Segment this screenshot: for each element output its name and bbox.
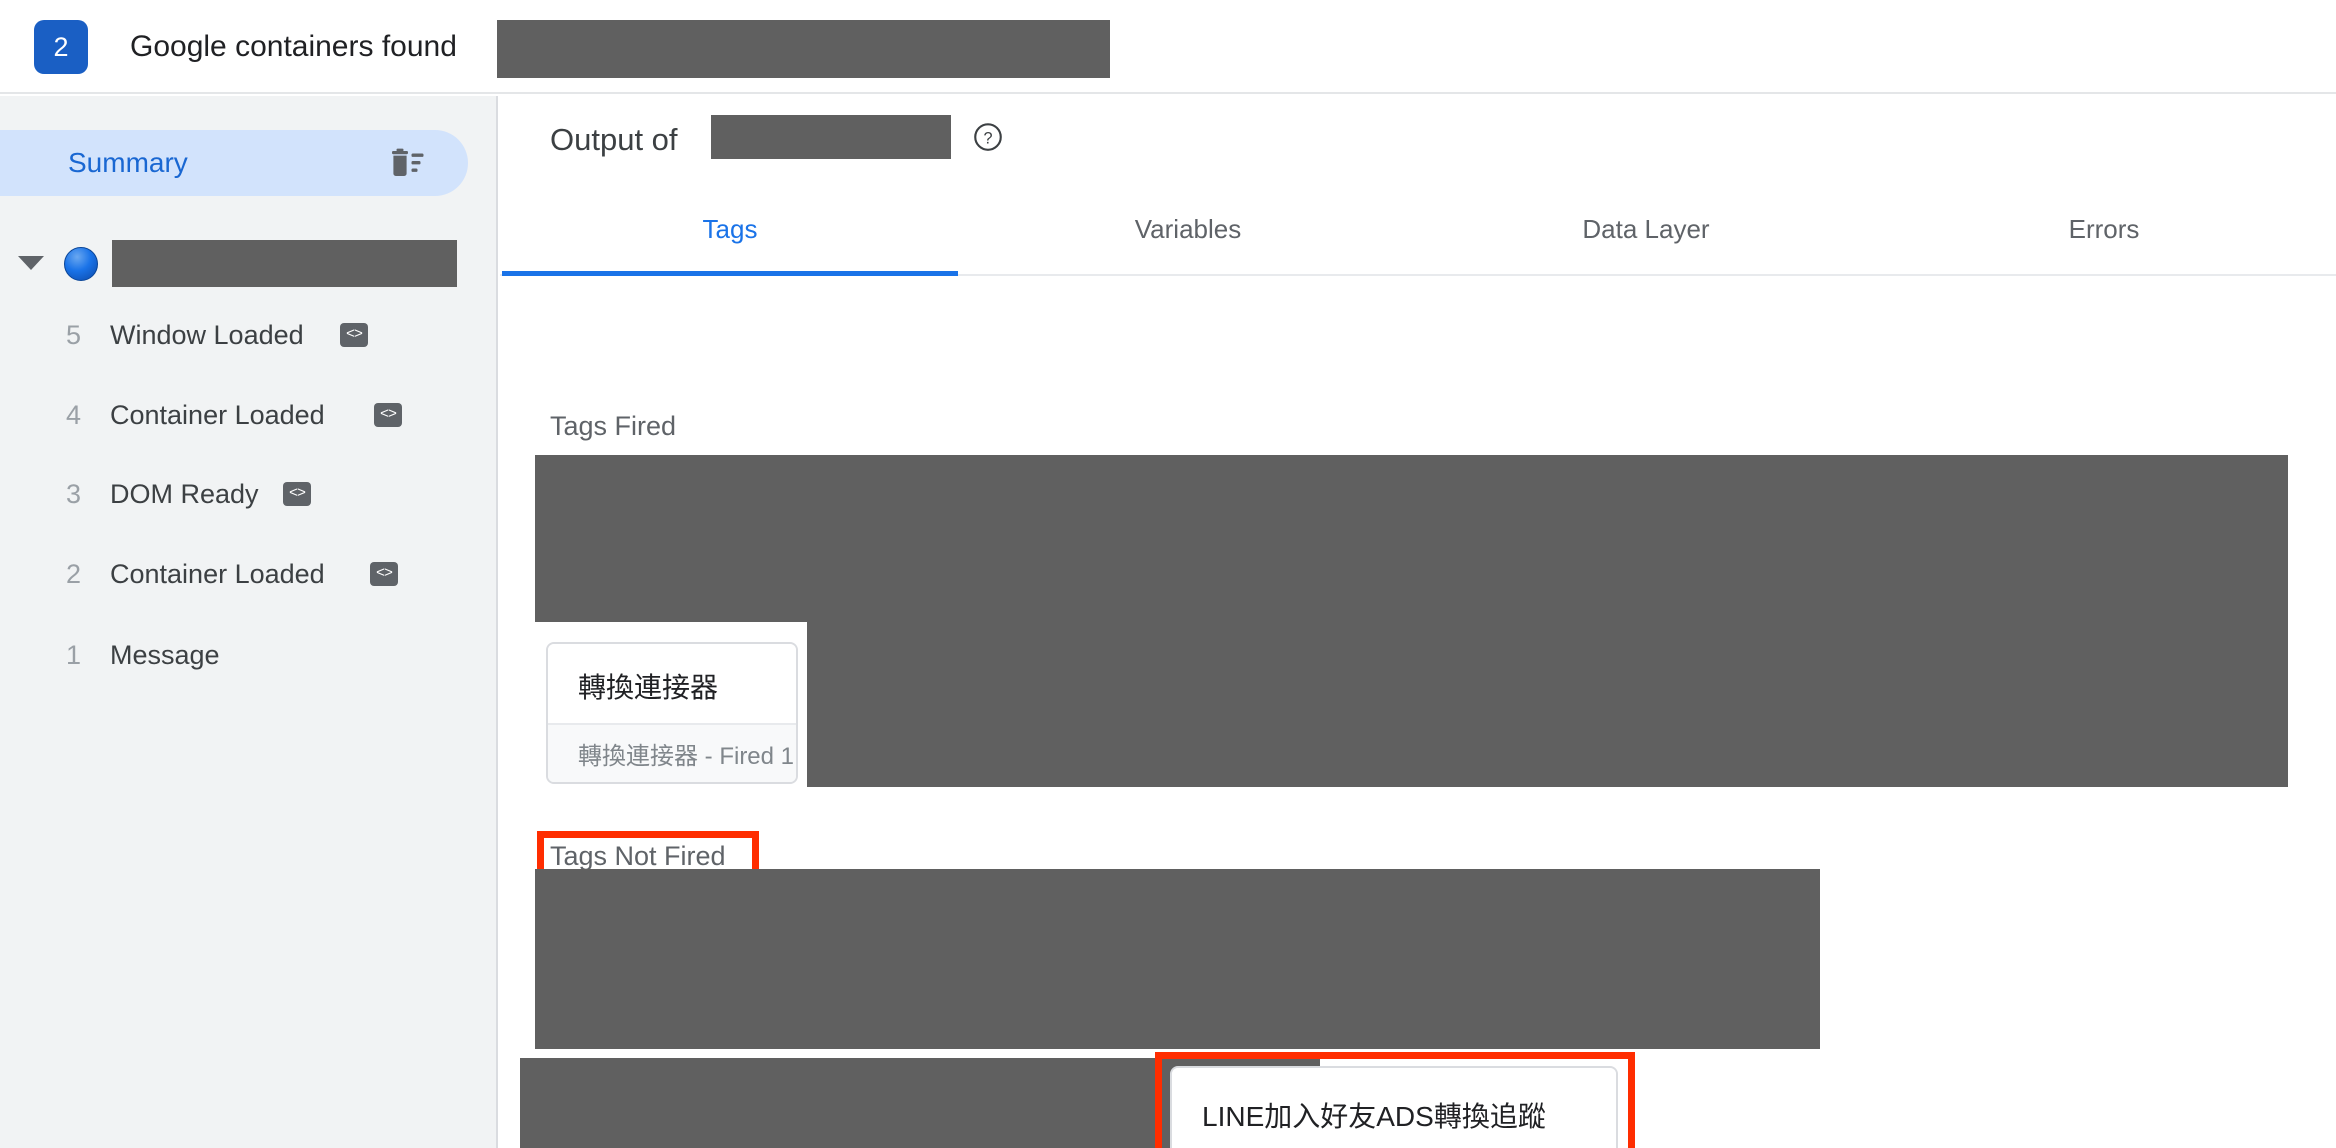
sidebar: Summary 5 Window Loaded <> 4 Container L… <box>0 96 498 1148</box>
help-circle-icon[interactable]: ? <box>973 122 1003 152</box>
code-brackets-icon[interactable]: <> <box>370 562 398 586</box>
code-brackets-icon[interactable]: <> <box>283 482 311 506</box>
summary-label: Summary <box>68 147 188 178</box>
gtm-preview-window: 2 Google containers found Summary 5 Wind… <box>0 0 2336 1148</box>
event-number: 2 <box>66 559 82 589</box>
tab-tags[interactable]: Tags <box>502 192 958 276</box>
page-title: Google containers found <box>130 30 457 63</box>
code-brackets-icon[interactable]: <> <box>340 323 368 347</box>
tab-data-layer-label: Data Layer <box>1582 214 1710 244</box>
redacted-tags-not-fired-row <box>535 869 1820 1049</box>
tag-card-type: 轉換連接器 - Fired 1 time(s) <box>548 723 796 782</box>
output-of-label: Output of <box>550 122 678 157</box>
section-title-tags-fired: Tags Fired <box>550 411 677 441</box>
tab-variables-label: Variables <box>1134 214 1242 244</box>
chevron-down-icon[interactable] <box>18 256 44 270</box>
redacted-tags-fired-detail <box>807 537 2288 787</box>
event-label: Window Loaded <box>110 320 304 350</box>
tab-errors[interactable]: Errors <box>1876 192 2332 276</box>
tab-errors-label: Errors <box>2068 214 2140 244</box>
event-label: Message <box>110 640 220 670</box>
event-label: Container Loaded <box>110 400 325 430</box>
svg-text:?: ? <box>983 129 992 147</box>
event-label: Container Loaded <box>110 559 325 589</box>
sidebar-event-item[interactable]: 3 DOM Ready <> <box>0 464 498 524</box>
tag-card-not-fired[interactable]: LINE加入好友ADS轉換追蹤 Google Ads 轉換追蹤 <box>1170 1066 1618 1148</box>
sidebar-event-item[interactable]: 5 Window Loaded <> <box>0 305 498 365</box>
redacted-output-event-name <box>711 115 951 159</box>
tag-card-name: 轉換連接器 <box>548 644 796 727</box>
section-title-tags-not-fired: Tags Not Fired <box>550 841 726 871</box>
sidebar-item-summary[interactable]: Summary <box>0 130 468 196</box>
trash-clear-icon[interactable] <box>390 148 424 178</box>
tag-card-name: LINE加入好友ADS轉換追蹤 <box>1172 1068 1616 1148</box>
redacted-container-id-header <box>497 20 1110 78</box>
tag-card-fired[interactable]: 轉換連接器 轉換連接器 - Fired 1 time(s) <box>546 642 798 784</box>
main-panel: Output of ? Tags Variables Data Layer Er… <box>500 96 2336 1148</box>
event-label: DOM Ready <box>110 479 259 509</box>
tab-bar: Tags Variables Data Layer Errors <box>500 192 2336 276</box>
sidebar-event-item[interactable]: 2 Container Loaded <> <box>0 544 498 604</box>
sidebar-event-item[interactable]: 4 Container Loaded <> <box>0 385 498 445</box>
sidebar-container-tree-row[interactable] <box>0 231 498 297</box>
tab-active-underline <box>502 271 958 276</box>
tab-variables[interactable]: Variables <box>960 192 1416 276</box>
tab-data-layer[interactable]: Data Layer <box>1418 192 1874 276</box>
top-header-bar: 2 Google containers found <box>0 0 2336 94</box>
output-of-row: Output of ? <box>500 96 2336 192</box>
event-number: 5 <box>66 320 82 350</box>
event-number: 3 <box>66 479 82 509</box>
event-number: 1 <box>66 640 82 670</box>
blue-dot-icon <box>64 247 98 281</box>
container-count-badge: 2 <box>34 20 88 74</box>
redacted-container-name <box>112 240 457 287</box>
code-brackets-icon[interactable]: <> <box>374 403 402 427</box>
tab-tags-label: Tags <box>702 214 758 244</box>
sidebar-event-item[interactable]: 1 Message <box>0 625 498 685</box>
event-number: 4 <box>66 400 82 430</box>
